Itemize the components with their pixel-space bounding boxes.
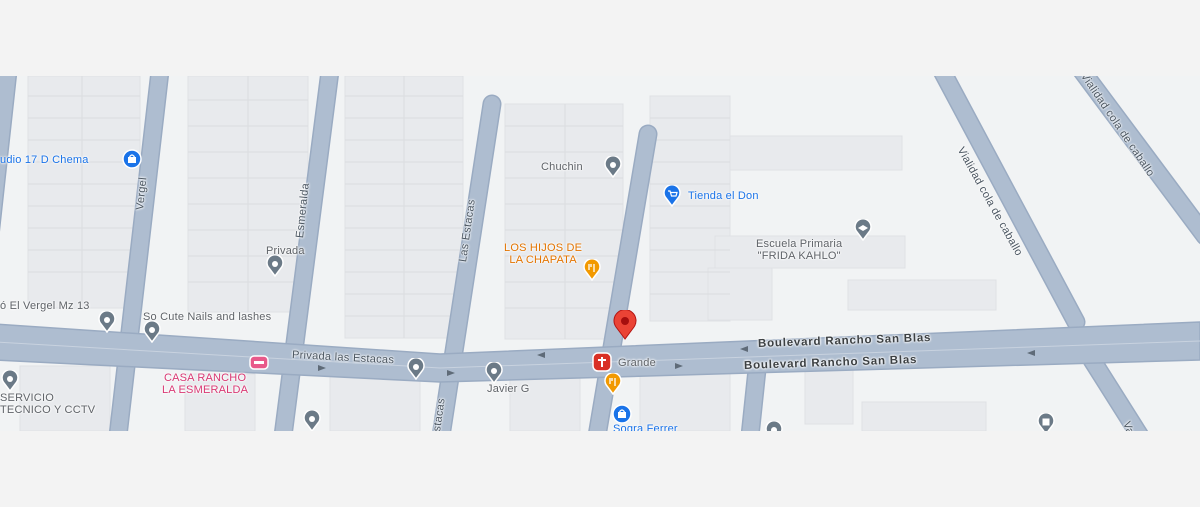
rancho-line-2: LA ESMERALDA bbox=[162, 384, 249, 396]
place-rancho-label[interactable]: CASA RANCHO LA ESMERALDA bbox=[162, 372, 248, 396]
privada-pin-icon[interactable] bbox=[265, 253, 284, 278]
escuela-line-2: "FRIDA KAHLO" bbox=[757, 250, 841, 262]
servicio-pin-icon[interactable] bbox=[0, 368, 19, 393]
place-chuchin-label[interactable]: Chuchin bbox=[541, 161, 583, 173]
place-sogra-label[interactable]: Sogra Ferrer bbox=[613, 423, 678, 431]
bed-icon[interactable] bbox=[249, 353, 269, 371]
book-pin-icon[interactable] bbox=[1036, 411, 1055, 431]
nails-pin-icon[interactable] bbox=[142, 319, 161, 344]
map-canvas[interactable]: Vergel Esmeralda Las Estacas Estacas Via… bbox=[0, 76, 1200, 431]
estacas-pin-icon[interactable] bbox=[406, 356, 425, 381]
school-pin-icon[interactable] bbox=[853, 217, 872, 242]
hijos-line-2: LA CHAPATA bbox=[509, 254, 577, 266]
escuela-line-1: Escuela Primaria bbox=[756, 238, 843, 250]
place-javier-label[interactable]: Javier G bbox=[487, 383, 530, 395]
place-pin-icon[interactable] bbox=[603, 154, 622, 179]
place-vergel-mz-label[interactable]: ó El Vergel Mz 13 bbox=[0, 300, 90, 312]
place-escuela-label[interactable]: Escuela Primaria "FRIDA KAHLO" bbox=[756, 238, 842, 262]
javier-pin-icon[interactable] bbox=[484, 360, 503, 385]
bottom-pin-icon[interactable] bbox=[302, 408, 321, 431]
place-nails-label[interactable]: So Cute Nails and lashes bbox=[143, 311, 271, 323]
place-grande-label[interactable]: Grande bbox=[618, 357, 656, 369]
shopping-cart-icon[interactable] bbox=[662, 183, 681, 208]
place-tienda-label[interactable]: Tienda el Don bbox=[688, 190, 759, 202]
servicio-line-1: SERVICIO bbox=[0, 392, 54, 404]
page-frame: Vergel Esmeralda Las Estacas Estacas Via… bbox=[0, 0, 1200, 507]
hijos-line-1: LOS HIJOS DE bbox=[504, 242, 583, 254]
servicio-line-2: TECNICO Y CCTV bbox=[0, 404, 96, 416]
place-chema-label[interactable]: udio 17 D Chema bbox=[0, 154, 89, 166]
place-hijos-label[interactable]: LOS HIJOS DE LA CHAPATA bbox=[504, 242, 582, 266]
selected-location-pin-icon[interactable] bbox=[612, 309, 638, 340]
shopping-bag-icon[interactable] bbox=[122, 149, 142, 169]
place-servicio-label[interactable]: SERVICIO TECNICO Y CCTV bbox=[0, 392, 95, 416]
rancho-line-1: CASA RANCHO bbox=[163, 372, 247, 384]
sogra-bag-icon[interactable] bbox=[612, 404, 632, 424]
bottom-right-pin-icon[interactable] bbox=[764, 419, 783, 431]
restaurant-icon[interactable] bbox=[582, 257, 601, 282]
restaurant-pin-icon[interactable] bbox=[603, 371, 622, 396]
grande-icon[interactable] bbox=[592, 352, 612, 372]
vergel-pin-icon[interactable] bbox=[97, 309, 116, 334]
